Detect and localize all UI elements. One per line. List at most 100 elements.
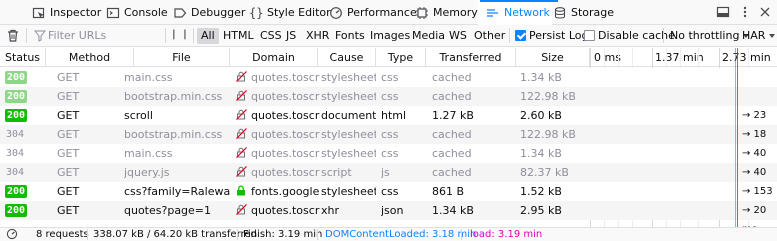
column-header-status[interactable]: Status — [0, 48, 46, 67]
tab-console[interactable]: Console — [106, 0, 168, 25]
method-cell: GET — [57, 166, 80, 179]
request-row[interactable]: 304 GET main.css quotes.toscra...stylesheet… — [0, 144, 777, 178]
domain-cell-text: fonts.googlea... — [251, 185, 320, 198]
method-cell: GET — [57, 185, 80, 198]
tab-network[interactable]: Network — [480, 0, 558, 25]
performance-analysis-icon[interactable] — [6, 228, 18, 240]
tab-label: Style Editor — [267, 6, 331, 19]
column-header-cause[interactable]: Cause — [318, 48, 376, 67]
timing-label: → 40 ms — [742, 167, 767, 197]
domain-cell-text: quotes.toscra... — [251, 109, 320, 122]
filter-type-js[interactable]: JS — [282, 28, 300, 44]
size-cell: 2.60 kB — [520, 109, 562, 122]
toolbar-divider — [663, 28, 664, 43]
status-code: 304 — [6, 167, 25, 178]
toolbar-divider — [509, 28, 510, 43]
status-code: 200 — [5, 90, 27, 103]
filter-type-ws[interactable]: WS — [445, 28, 471, 44]
finish-time: Finish: 3.19 min — [243, 229, 323, 240]
method-cell: GET — [57, 128, 80, 141]
method-cell: GET — [57, 90, 80, 103]
filter-type-images[interactable]: Images — [366, 28, 414, 44]
close-icon[interactable] — [758, 5, 772, 19]
insecure-lock-icon — [236, 126, 247, 139]
more-options-icon[interactable] — [738, 5, 752, 19]
size-cell: 1.52 kB — [520, 185, 562, 198]
tab-storage[interactable]: Storage — [553, 0, 614, 25]
column-header-size[interactable]: Size — [516, 48, 590, 67]
transferred-cell: cached — [432, 128, 472, 141]
column-header-transferred[interactable]: Transferred — [426, 48, 516, 67]
request-row[interactable]: 304 GET jquery.js quotes.toscra...script js c… — [0, 163, 777, 197]
file-cell: main.css — [124, 71, 173, 84]
insecure-lock-icon — [236, 145, 247, 158]
disable-cache-checkbox[interactable]: Disable cache — [584, 29, 675, 42]
tab-inspector[interactable]: Inspector — [32, 0, 101, 25]
method-cell: GET — [57, 204, 80, 217]
cause-cell: document — [321, 109, 376, 122]
tab-label: Console — [124, 6, 168, 19]
cause-cell: stylesheet — [321, 128, 376, 141]
size-cell: 122.98 kB — [520, 90, 576, 103]
toolbar-divider — [26, 28, 27, 43]
status-code: 304 — [6, 129, 25, 140]
cause-cell: stylesheet — [321, 90, 376, 103]
request-count: 8 requests — [36, 229, 89, 240]
clear-trash-icon[interactable] — [6, 28, 20, 43]
status-divider — [317, 229, 318, 240]
status-code: 200 — [5, 185, 27, 198]
insecure-lock-icon — [236, 88, 247, 101]
tab-memory[interactable]: Memory — [415, 0, 478, 25]
toolbar-divider — [193, 28, 194, 43]
persist-logs-checkbox[interactable]: Persist Logs — [515, 29, 594, 42]
har-menu-button[interactable]: HAR — [742, 29, 776, 42]
size-cell: 1.34 kB — [520, 71, 562, 84]
tab-style-editor[interactable]: {} Style Editor — [249, 0, 331, 25]
transferred-cell: 1.34 kB — [432, 204, 474, 217]
har-label: HAR — [742, 29, 766, 42]
file-cell: jquery.js — [124, 166, 170, 179]
pause-icon[interactable]: | | — [172, 29, 189, 40]
tab-label: Debugger — [191, 6, 246, 19]
checkbox-unchecked-icon — [584, 30, 595, 41]
domain-cell-text: quotes.toscra... — [251, 147, 320, 160]
filter-type-xhr[interactable]: XHR — [302, 28, 333, 44]
transferred-cell: cached — [432, 90, 472, 103]
tab-performance[interactable]: Performance — [329, 0, 417, 25]
domain-cell-text: quotes.toscra... — [251, 71, 320, 84]
dom-content-loaded-time: DOMContentLoaded: 3.18 min — [325, 229, 477, 240]
request-row[interactable]: 200 GET css?family=Raleway:40... fonts.goog… — [0, 182, 777, 216]
insecure-lock-icon — [236, 164, 247, 177]
domain-cell-text: quotes.toscra... — [251, 204, 320, 217]
tab-debugger[interactable]: Debugger — [173, 0, 245, 25]
column-header-domain[interactable]: Domain — [230, 48, 318, 67]
insecure-lock-icon — [236, 107, 247, 120]
request-row[interactable]: 200 GET quotes?page=1 quotes.toscra...xhr js… — [0, 201, 777, 235]
filter-type-other[interactable]: Other — [470, 28, 509, 44]
throttling-select[interactable]: No throttling — [670, 29, 750, 42]
filter-type-media[interactable]: Media — [408, 28, 449, 44]
filter-type-fonts[interactable]: Fonts — [331, 28, 369, 44]
type-cell: js — [381, 166, 390, 179]
network-status-bar: 8 requests 338.07 kB / 64.20 kB transfer… — [0, 227, 777, 241]
requests-table-header: Status Method File Domain Cause Type Tra… — [0, 48, 777, 67]
request-row[interactable]: 200 GET main.css quotes.toscra...stylesheet… — [0, 68, 777, 87]
memory-icon — [415, 6, 429, 20]
filter-type-all[interactable]: All — [197, 28, 219, 44]
request-row[interactable]: 200 GET bootstrap.min.css quotes.toscra...s… — [0, 87, 777, 106]
devtools-toolbox: Inspector Console Debugger {} Style Edit… — [0, 0, 777, 25]
request-row[interactable]: 304 GET bootstrap.min.css quotes.toscra...s… — [0, 125, 777, 159]
status-code: 200 — [5, 71, 27, 84]
insecure-lock-icon — [236, 202, 247, 215]
filter-urls-input[interactable] — [48, 27, 158, 44]
transferred-cell: cached — [432, 71, 472, 84]
filter-type-html[interactable]: HTML — [219, 28, 258, 44]
column-header-type[interactable]: Type — [376, 48, 426, 67]
dock-layout-icon[interactable] — [716, 5, 730, 19]
timing-label: → 18 ms — [742, 129, 767, 159]
cause-cell: script — [321, 166, 352, 179]
request-row[interactable]: 200 GET scroll quotes.toscra...document html… — [0, 106, 777, 140]
column-header-method[interactable]: Method — [46, 48, 134, 67]
column-header-file[interactable]: File — [134, 48, 230, 67]
type-cell: css — [381, 90, 399, 103]
